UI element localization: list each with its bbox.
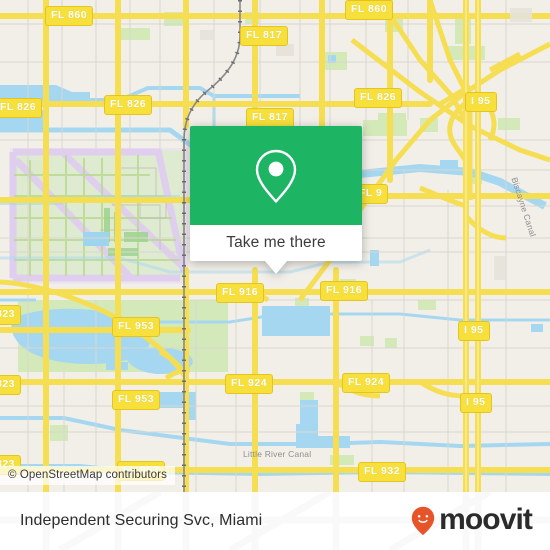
moovit-pin-icon (411, 506, 435, 536)
road-shield: FL 826 (354, 88, 403, 108)
footer-bar: Independent Securing Svc, Miami moovit (0, 492, 550, 550)
road-shield: FL 826 (0, 98, 43, 118)
road-shield: FL 860 (345, 0, 394, 20)
road-shield: I 95 (460, 393, 492, 413)
road-shield: 823 (0, 305, 22, 325)
road-shield: FL 932 (358, 462, 407, 482)
road-shield: I 95 (458, 321, 490, 341)
road-shield: FL 924 (342, 373, 391, 393)
road-shield: I 95 (465, 92, 497, 112)
road-shield: 823 (0, 375, 22, 395)
map-canvas[interactable]: FL 860 FL 860 FL 817 FL 826 FL 826 FL 817 FL 8… (0, 0, 550, 492)
osm-attribution[interactable]: © OpenStreetMap contributors (0, 466, 175, 485)
popup-tail (265, 261, 287, 274)
popup-pin-area (190, 126, 362, 225)
take-me-there-label: Take me there (226, 234, 326, 251)
moovit-wordmark: moovit (439, 503, 533, 536)
road-shield: FL 953 (112, 317, 161, 337)
map-text-label: Little River Canal (243, 449, 312, 459)
airport-area (9, 147, 188, 284)
moovit-logo[interactable]: moovit (411, 492, 533, 550)
road-shield: FL 916 (320, 281, 369, 301)
map-pin-icon (255, 149, 297, 203)
place-popup-card[interactable]: Take me there (190, 126, 362, 274)
place-title: Independent Securing Svc, Miami (20, 512, 263, 529)
popup-action-bar[interactable]: Take me there (190, 225, 362, 261)
road-shield: FL 953 (112, 390, 161, 410)
road-shield: FL 924 (225, 374, 274, 394)
road-shield: FL 860 (45, 6, 94, 26)
road-shield: FL 817 (240, 26, 289, 46)
map-screen: FL 860 FL 860 FL 817 FL 826 FL 826 FL 817 FL 8… (0, 0, 550, 550)
road-shield: FL 916 (216, 283, 265, 303)
road-shield: FL 826 (104, 95, 153, 115)
road-shield: FL 817 (246, 108, 295, 128)
